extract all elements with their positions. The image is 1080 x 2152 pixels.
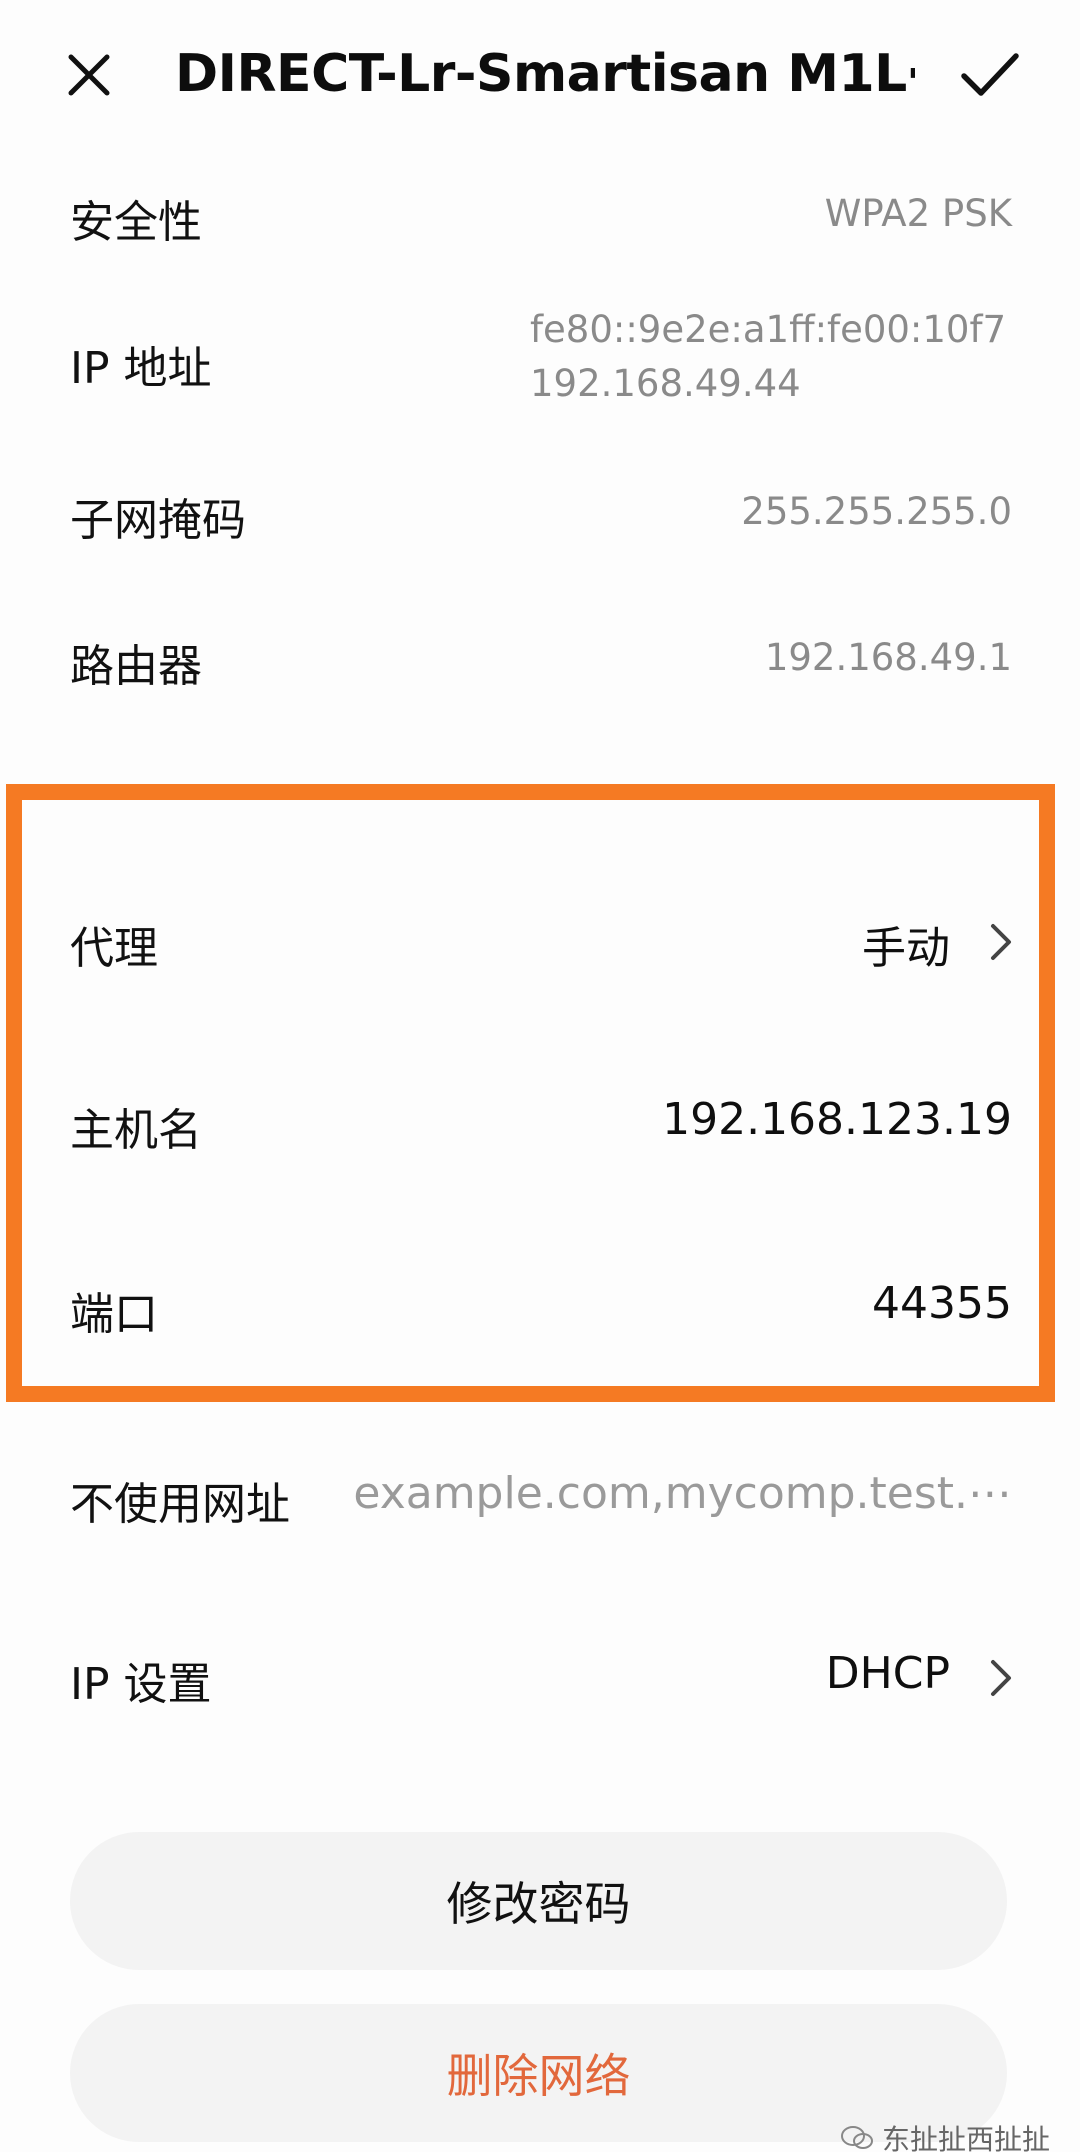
change-password-button[interactable]: 修改密码 <box>70 1832 1007 1970</box>
ip-settings-value: DHCP <box>825 1648 950 1699</box>
hostname-value[interactable]: 192.168.123.19 <box>662 1094 1012 1145</box>
bypass-urls-label: 不使用网址 <box>70 1479 290 1530</box>
port-value[interactable]: 44355 <box>872 1278 1012 1329</box>
chevron-right-icon <box>991 924 1011 960</box>
proxy-hostname-row[interactable]: 主机名 192.168.123.19 <box>0 1088 1080 1158</box>
security-label: 安全性 <box>70 197 202 248</box>
ip-settings-label: IP 设置 <box>70 1659 212 1710</box>
security-value: WPA2 PSK <box>824 192 1012 235</box>
chevron-right-icon <box>991 1660 1011 1696</box>
watermark-text: 东扯扯西扯扯 <box>881 2123 1050 2152</box>
security-row: 安全性 WPA2 PSK <box>0 180 1080 250</box>
page-title: DIRECT-Lr-Smartisan M1L⋯ <box>175 44 915 104</box>
chat-bubble-icon <box>840 2126 873 2149</box>
bypass-urls-input[interactable]: example.com,mycomp.test.⋯ <box>332 1468 1012 1519</box>
ip-address-label: IP 地址 <box>70 343 212 394</box>
proxy-mode-value: 手动 <box>862 923 950 974</box>
proxy-port-row[interactable]: 端口 44355 <box>0 1272 1080 1342</box>
port-label: 端口 <box>70 1289 158 1340</box>
watermark: 东扯扯西扯扯 <box>840 2118 1050 2152</box>
router-row: 路由器 192.168.49.1 <box>0 624 1080 694</box>
ip-settings-row[interactable]: IP 设置 DHCP <box>0 1642 1080 1712</box>
close-icon <box>68 54 110 96</box>
bypass-urls-row[interactable]: 不使用网址 example.com,mycomp.test.⋯ <box>0 1462 1080 1532</box>
proxy-mode-row[interactable]: 代理 手动 <box>0 906 1080 976</box>
close-button[interactable] <box>44 30 134 120</box>
proxy-label: 代理 <box>70 923 158 974</box>
ipv6-address-value: fe80::9e2e:a1ff:fe00:10f7 <box>530 308 1007 351</box>
router-label: 路由器 <box>70 641 202 692</box>
subnet-mask-label: 子网掩码 <box>70 495 246 546</box>
header-bar: DIRECT-Lr-Smartisan M1L⋯ <box>0 0 1080 150</box>
subnet-mask-value: 255.255.255.0 <box>741 490 1012 533</box>
ip-address-row: IP 地址 fe80::9e2e:a1ff:fe00:10f7 192.168.… <box>0 302 1080 412</box>
ipv4-address-value: 192.168.49.44 <box>530 362 801 405</box>
confirm-button[interactable] <box>940 30 1040 120</box>
check-icon <box>961 53 1019 96</box>
hostname-label: 主机名 <box>70 1105 202 1156</box>
wifi-network-details-screen: DIRECT-Lr-Smartisan M1L⋯ 安全性 WPA2 PSK IP… <box>0 0 1080 2152</box>
router-value: 192.168.49.1 <box>764 636 1012 679</box>
subnet-mask-row: 子网掩码 255.255.255.0 <box>0 478 1080 548</box>
